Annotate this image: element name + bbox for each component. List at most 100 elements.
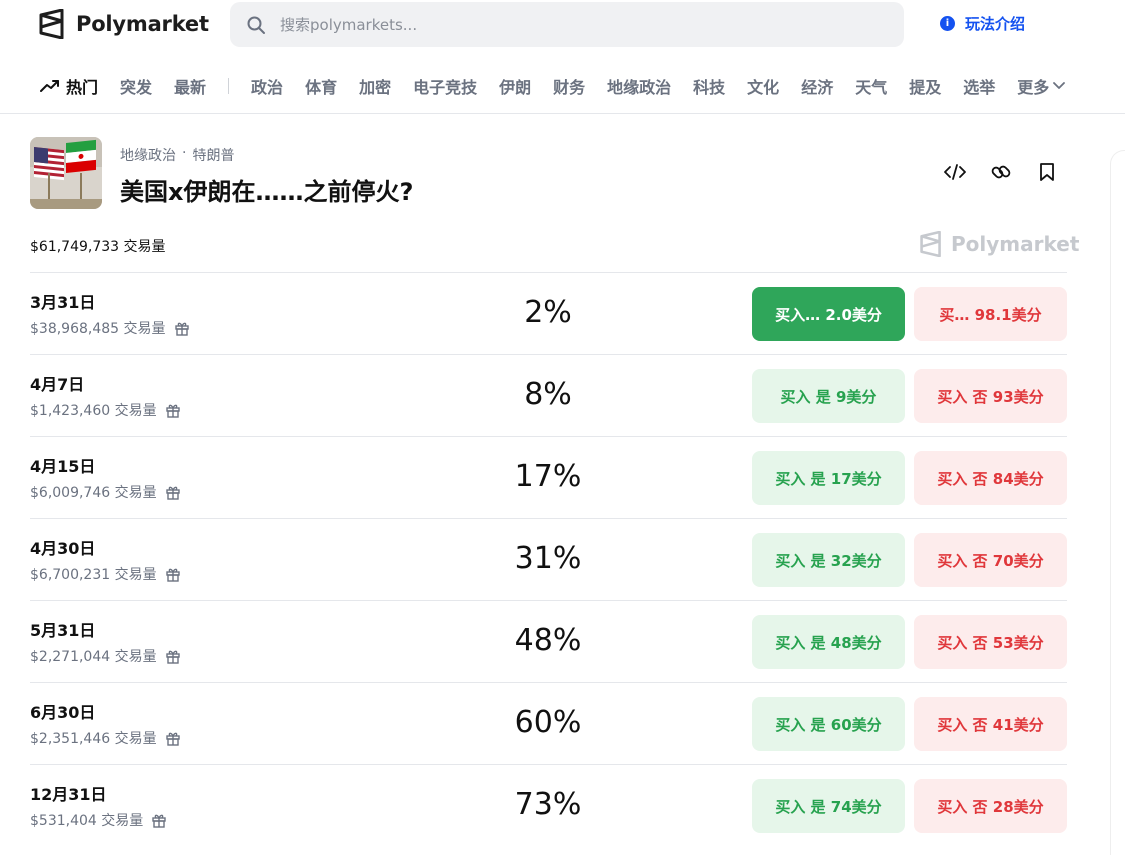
outcome-date: 4月30日 — [30, 539, 96, 558]
nav-more-label: 更多 — [1017, 78, 1050, 97]
outcome-volume: $38,968,485 交易量 — [30, 318, 190, 338]
flags-image — [30, 137, 102, 209]
outcome-volume-text: $38,968,485 交易量 — [30, 321, 166, 337]
nav-item-more[interactable]: 更多 — [1017, 74, 1066, 98]
howto-link[interactable]: i 玩法介绍 — [940, 13, 1025, 34]
outcome-list: 3月31日 $38,968,485 交易量 2% 买入… 2.0美分 买… 98… — [30, 272, 1067, 846]
outcome-volume: $6,700,231 交易量 — [30, 564, 181, 584]
outcome-volume-text: $531,404 交易量 — [30, 813, 144, 829]
nav-item-mentions[interactable]: 提及 — [909, 74, 941, 98]
buy-no-button[interactable]: 买入 否 28美分 — [914, 779, 1067, 833]
outcome-row[interactable]: 6月30日 $2,351,446 交易量 60% 买入 是 60美分 买入 否 … — [30, 682, 1067, 764]
copy-link-button[interactable] — [990, 160, 1012, 184]
outcome-date: 6月30日 — [30, 703, 96, 722]
watermark-text: Polymarket — [951, 232, 1080, 256]
gift-icon[interactable] — [165, 648, 181, 664]
outcome-date: 4月15日 — [30, 457, 96, 476]
outcome-volume-text: $6,700,231 交易量 — [30, 567, 157, 583]
buy-no-button[interactable]: 买入 否 53美分 — [914, 615, 1067, 669]
outcome-date: 4月7日 — [30, 375, 85, 394]
buy-yes-button[interactable]: 买入 是 60美分 — [752, 697, 905, 751]
outcome-volume-text: $6,009,746 交易量 — [30, 485, 157, 501]
search-input[interactable] — [280, 15, 860, 34]
outcome-volume: $1,423,460 交易量 — [30, 400, 181, 420]
outcome-row[interactable]: 4月7日 $1,423,460 交易量 8% 买入 是 9美分 买入 否 93美… — [30, 354, 1067, 436]
embed-button[interactable] — [944, 160, 966, 184]
nav-item-geopolitics[interactable]: 地缘政治 — [607, 74, 671, 98]
search-icon — [247, 16, 265, 34]
nav-item-new[interactable]: 最新 — [174, 74, 206, 98]
outcome-chance: 48% — [514, 623, 582, 658]
outcome-row[interactable]: 4月30日 $6,700,231 交易量 31% 买入 是 32美分 买入 否 … — [30, 518, 1067, 600]
search-bar[interactable] — [230, 2, 904, 47]
gift-icon[interactable] — [174, 320, 190, 336]
nav-item-tech[interactable]: 科技 — [693, 74, 725, 98]
market-actions — [944, 160, 1058, 184]
nav-item-politics[interactable]: 政治 — [251, 74, 283, 98]
outcome-chance: 31% — [514, 541, 582, 576]
breadcrumb-separator: · — [182, 145, 187, 161]
buy-yes-button[interactable]: 买入 是 48美分 — [752, 615, 905, 669]
gift-icon[interactable] — [151, 812, 167, 828]
trending-icon — [40, 80, 59, 92]
breadcrumb-tag[interactable]: 特朗普 — [192, 145, 234, 165]
polymarket-logo-icon — [39, 9, 64, 39]
bookmark-button[interactable] — [1036, 160, 1058, 184]
outcome-volume-text: $1,423,460 交易量 — [30, 403, 157, 419]
side-panel-edge — [1110, 150, 1125, 855]
watermark: Polymarket — [919, 231, 1079, 257]
outcome-row[interactable]: 12月31日 $531,404 交易量 73% 买入 是 74美分 买入 否 2… — [30, 764, 1067, 846]
gift-icon[interactable] — [165, 402, 181, 418]
howto-label: 玩法介绍 — [965, 15, 1026, 33]
bookmark-icon — [1040, 163, 1054, 181]
buy-yes-button[interactable]: 买入 是 9美分 — [752, 369, 905, 423]
nav-item-finance[interactable]: 财务 — [553, 74, 585, 98]
header-divider — [0, 113, 1125, 114]
nav-divider — [228, 78, 230, 94]
outcome-chance: 73% — [514, 787, 582, 822]
nav-item-trending[interactable]: 热门 — [40, 74, 98, 98]
outcome-volume-text: $2,351,446 交易量 — [30, 731, 157, 747]
outcome-chance: 2% — [524, 295, 572, 330]
link-icon — [991, 165, 1011, 179]
total-volume: $61,749,733 交易量 — [30, 239, 166, 255]
outcome-volume-text: $2,271,044 交易量 — [30, 649, 157, 665]
outcome-volume: $2,271,044 交易量 — [30, 646, 181, 666]
outcome-chance: 60% — [514, 705, 582, 740]
outcome-row[interactable]: 4月15日 $6,009,746 交易量 17% 买入 是 17美分 买入 否 … — [30, 436, 1067, 518]
outcome-volume: $2,351,446 交易量 — [30, 728, 181, 748]
outcome-row[interactable]: 5月31日 $2,271,044 交易量 48% 买入 是 48美分 买入 否 … — [30, 600, 1067, 682]
buy-yes-button[interactable]: 买入 是 74美分 — [752, 779, 905, 833]
outcome-chance: 8% — [524, 377, 572, 412]
embed-code-icon — [944, 164, 966, 180]
brand-logo[interactable]: Polymarket — [38, 9, 209, 39]
breadcrumb-category[interactable]: 地缘政治 — [120, 145, 176, 165]
buy-no-button[interactable]: 买入 否 70美分 — [914, 533, 1067, 587]
outcome-volume: $531,404 交易量 — [30, 810, 167, 830]
gift-icon[interactable] — [165, 730, 181, 746]
buy-no-button[interactable]: 买… 98.1美分 — [914, 287, 1067, 341]
buy-no-button[interactable]: 买入 否 93美分 — [914, 369, 1067, 423]
buy-no-button[interactable]: 买入 否 84美分 — [914, 451, 1067, 505]
market-title: 美国x伊朗在……之前停火? — [120, 178, 414, 206]
buy-yes-button[interactable]: 买入 是 32美分 — [752, 533, 905, 587]
polymarket-logo-icon — [920, 231, 941, 257]
gift-icon[interactable] — [165, 566, 181, 582]
nav-item-crypto[interactable]: 加密 — [359, 74, 391, 98]
nav-item-weather[interactable]: 天气 — [855, 74, 887, 98]
nav-item-economy[interactable]: 经济 — [801, 74, 833, 98]
buy-yes-button[interactable]: 买入 是 17美分 — [752, 451, 905, 505]
outcome-date: 5月31日 — [30, 621, 96, 640]
buy-yes-button[interactable]: 买入… 2.0美分 — [752, 287, 905, 341]
nav-item-breaking[interactable]: 突发 — [120, 74, 152, 98]
buy-no-button[interactable]: 买入 否 41美分 — [914, 697, 1067, 751]
market-thumbnail — [30, 137, 102, 209]
nav-item-iran[interactable]: 伊朗 — [499, 74, 531, 98]
outcome-row[interactable]: 3月31日 $38,968,485 交易量 2% 买入… 2.0美分 买… 98… — [30, 272, 1067, 354]
nav-item-esports[interactable]: 电子竞技 — [413, 74, 477, 98]
brand-name: Polymarket — [76, 12, 209, 36]
nav-item-culture[interactable]: 文化 — [747, 74, 779, 98]
gift-icon[interactable] — [165, 484, 181, 500]
nav-item-elections[interactable]: 选举 — [963, 74, 995, 98]
nav-item-sports[interactable]: 体育 — [305, 74, 337, 98]
